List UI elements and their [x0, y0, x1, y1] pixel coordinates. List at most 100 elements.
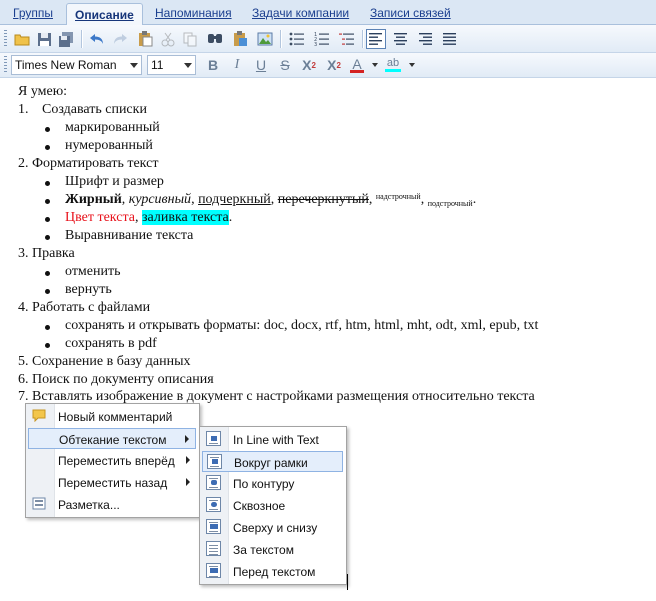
redo-icon[interactable] [110, 29, 130, 49]
numbered-list-icon[interactable]: 123 [312, 29, 332, 49]
highlight-swatch [385, 69, 401, 72]
doc-item5: 5. Сохранение в базу данных [18, 354, 191, 369]
font-color-swatch [350, 69, 364, 73]
toolbar-grip[interactable] [4, 30, 7, 48]
menu-item-label: Вокруг рамки [234, 456, 308, 470]
copy-icon[interactable] [180, 29, 200, 49]
menu-item-bring-forward[interactable]: Переместить вперёд [28, 450, 196, 471]
menu-item-label: Переместить назад [58, 476, 168, 490]
wrap-front-item[interactable]: Перед текстом [202, 561, 343, 582]
underline-button[interactable]: U [251, 55, 271, 75]
paste-icon[interactable] [135, 29, 155, 49]
align-left-icon[interactable] [366, 29, 386, 49]
wrap-front-icon [206, 563, 221, 578]
wrap-behind-icon [206, 541, 221, 556]
insert-image-icon[interactable] [255, 29, 275, 49]
text-cursor [347, 574, 348, 590]
menu-item-label: По контуру [233, 477, 295, 491]
wrap-tight-item[interactable]: По контуру [202, 473, 343, 494]
doc-item2-bullet1: Шрифт и размер [65, 174, 164, 189]
font-color-button[interactable]: A [347, 55, 367, 75]
italic-button[interactable]: I [227, 55, 247, 75]
menu-item-text-wrapping[interactable]: Обтекание текстом [28, 428, 196, 449]
doc-item3-bullet2: вернуть [65, 282, 112, 297]
bold-sample: Жирный [65, 192, 122, 207]
wrap-tight-icon [206, 475, 221, 490]
doc-item1: Создавать списки [42, 102, 147, 117]
bold-button[interactable]: B [203, 55, 223, 75]
subscript-button[interactable]: X2 [324, 55, 344, 75]
menu-item-label: Новый комментарий [58, 410, 173, 424]
fill-text-sample: заливка текста [141, 210, 229, 225]
tab-relations[interactable]: Записи связей [370, 6, 451, 20]
font-size-combo[interactable]: 11 [147, 55, 196, 75]
strikethrough-button[interactable]: S [275, 55, 295, 75]
save-icon[interactable] [34, 29, 54, 49]
doc-item6: 6. Поиск по документу описания [18, 372, 214, 387]
chevron-down-icon[interactable] [184, 63, 192, 68]
tab-groups[interactable]: Группы [13, 6, 53, 20]
red-text-sample: Цвет текста [65, 210, 135, 225]
wrap-through-item[interactable]: Сквозное [202, 495, 343, 516]
bullet-icon [45, 145, 50, 150]
bullet-icon [45, 217, 50, 222]
doc-item4-bullet2: сохранять в pdf [65, 336, 157, 351]
chevron-down-icon[interactable] [372, 63, 378, 67]
wrap-through-icon [206, 497, 221, 512]
wrap-inline-item[interactable]: In Line with Text [202, 429, 343, 450]
save-as-icon[interactable] [56, 29, 76, 49]
menu-item-label: In Line with Text [233, 433, 319, 447]
tab-description[interactable]: Описание [66, 3, 143, 25]
separator: . [472, 192, 477, 207]
wrap-behind-item[interactable]: За текстом [202, 539, 343, 560]
menu-item-label: Обтекание текстом [59, 433, 167, 447]
superscript-button[interactable]: X2 [299, 55, 319, 75]
highlight-button[interactable]: ab [383, 55, 403, 75]
undo-icon[interactable] [87, 29, 107, 49]
superscript-sample: надстрочный [375, 192, 421, 201]
italic-sample: курсивный [128, 192, 192, 207]
doc-intro: Я умею: [18, 84, 68, 99]
multilevel-list-icon[interactable] [337, 29, 357, 49]
menu-item-label: Сквозное [233, 499, 286, 513]
doc-item3-bullet1: отменить [65, 264, 121, 279]
tab-company-tasks[interactable]: Задачи компании [252, 6, 349, 20]
chevron-down-icon[interactable] [130, 63, 138, 68]
doc-item1-number: 1. [18, 102, 29, 117]
menu-item-send-backward[interactable]: Переместить назад [28, 472, 196, 493]
menu-item-label: Переместить вперёд [58, 454, 175, 468]
bullet-icon [45, 235, 50, 240]
highlight-label: ab [386, 57, 400, 69]
format-toolbar: Times New Roman 11 B I U S X2 X2 A ab [0, 53, 656, 78]
menu-item-label: Разметка... [58, 498, 120, 512]
wrap-top-bottom-item[interactable]: Сверху и снизу [202, 517, 343, 538]
subscript-label: X [327, 57, 337, 73]
align-justify-icon[interactable] [440, 29, 460, 49]
chevron-down-icon[interactable] [409, 63, 415, 67]
find-icon[interactable] [205, 29, 225, 49]
doc-item1-bullet1: маркированный [65, 120, 160, 135]
bullet-icon [45, 325, 50, 330]
menu-item-label: Перед текстом [233, 565, 316, 579]
doc-item3: 3. Правка [18, 246, 75, 261]
toolbar-grip[interactable] [4, 56, 7, 74]
separator: , [134, 210, 142, 225]
bullet-list-icon[interactable] [287, 29, 307, 49]
menu-item-layout[interactable]: Разметка... [28, 494, 196, 515]
tab-bar: Группы Описание Напоминания Задачи компа… [0, 0, 656, 25]
wrap-square-item[interactable]: Вокруг рамки [202, 451, 343, 472]
main-toolbar: 123 [0, 25, 656, 53]
tab-reminders[interactable]: Напоминания [155, 6, 232, 20]
align-center-icon[interactable] [391, 29, 411, 49]
doc-formatting-line: Жирный, курсивный, подчеркный, перечеркн… [65, 192, 476, 208]
cut-icon[interactable] [158, 29, 178, 49]
subscript-sample: подстрочный [427, 199, 473, 208]
bullet-icon [45, 199, 50, 204]
align-right-icon[interactable] [416, 29, 436, 49]
doc-item2-bullet4: Выравнивание текста [65, 228, 194, 243]
menu-item-new-comment[interactable]: Новый комментарий [28, 406, 196, 427]
font-name-combo[interactable]: Times New Roman [11, 55, 142, 75]
paste-special-icon[interactable] [230, 29, 250, 49]
open-icon[interactable] [12, 29, 32, 49]
wrap-square-icon [207, 454, 222, 469]
